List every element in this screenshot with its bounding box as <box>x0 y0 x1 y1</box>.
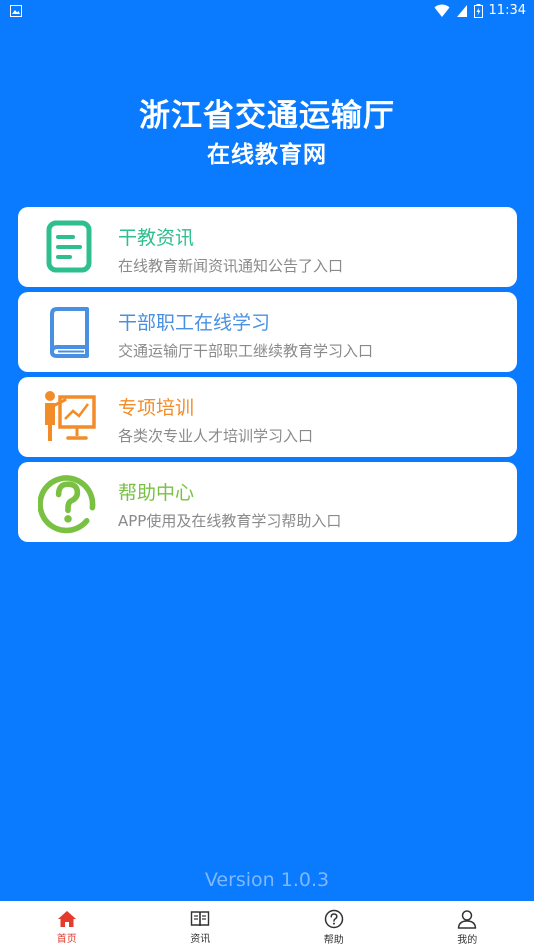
nav-label: 首页 <box>56 934 77 945</box>
app-title: 浙江省交通运输厅 <box>139 98 395 134</box>
status-bar: 11:34 <box>0 0 534 24</box>
wifi-icon <box>434 4 450 17</box>
card-title: 帮助中心 <box>118 482 195 504</box>
help-icon <box>324 909 343 929</box>
card-title: 专项培训 <box>118 397 195 419</box>
card-title: 干部职工在线学习 <box>118 312 271 334</box>
nav-label: 帮助 <box>323 935 344 946</box>
user-icon <box>458 910 477 929</box>
menu-card-news[interactable]: 干教资讯 在线教育新闻资讯通知公告了入口 <box>18 207 517 287</box>
question-icon <box>38 472 98 534</box>
status-time: 11:34 <box>488 3 526 18</box>
menu-card-special-training[interactable]: 专项培训 各类次专业人才培训学习入口 <box>18 377 517 457</box>
card-title: 干教资讯 <box>118 227 195 249</box>
nav-label: 资讯 <box>190 934 211 945</box>
bottom-nav: 首页 资讯 帮助 我的 <box>0 901 534 950</box>
battery-icon <box>473 3 483 18</box>
card-description: 各类次专业人才培训学习入口 <box>118 427 314 445</box>
signal-icon <box>456 4 467 17</box>
book-icon <box>38 302 98 362</box>
image-notification-icon <box>10 5 22 17</box>
nav-news[interactable]: 资讯 <box>134 901 268 950</box>
news-icon <box>38 217 98 277</box>
nav-home[interactable]: 首页 <box>0 901 134 950</box>
card-description: 在线教育新闻资讯通知公告了入口 <box>118 257 344 275</box>
home-icon <box>57 911 76 927</box>
nav-label: 我的 <box>457 935 478 946</box>
presentation-icon <box>38 387 98 447</box>
menu-card-help-center[interactable]: 帮助中心 APP使用及在线教育学习帮助入口 <box>18 462 517 542</box>
nav-mine[interactable]: 我的 <box>401 901 534 950</box>
menu-card-online-study[interactable]: 干部职工在线学习 交通运输厅干部职工继续教育学习入口 <box>18 292 517 372</box>
card-description: 交通运输厅干部职工继续教育学习入口 <box>118 342 374 360</box>
news-book-icon <box>191 911 210 927</box>
version-label: Version 1.0.3 <box>204 869 330 891</box>
card-description: APP使用及在线教育学习帮助入口 <box>118 512 342 530</box>
nav-help[interactable]: 帮助 <box>267 901 401 950</box>
app-subtitle: 在线教育网 <box>207 142 327 168</box>
